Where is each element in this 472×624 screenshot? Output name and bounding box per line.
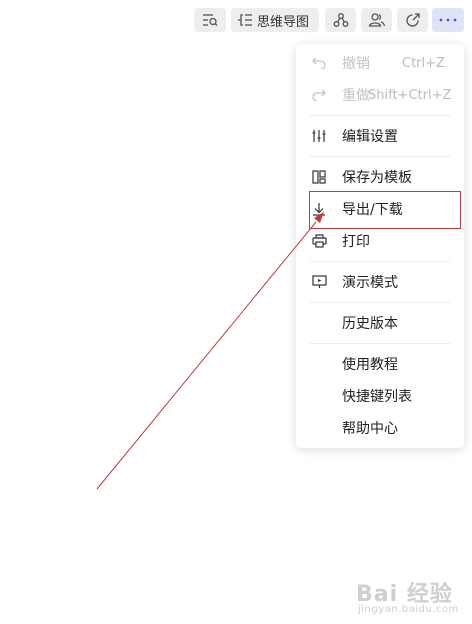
watermark-url: jingyan.baidu.com	[358, 604, 459, 615]
watermark: Bai 经验 jingyan.baidu.com	[356, 576, 466, 620]
annotation-arrow	[96, 212, 324, 490]
